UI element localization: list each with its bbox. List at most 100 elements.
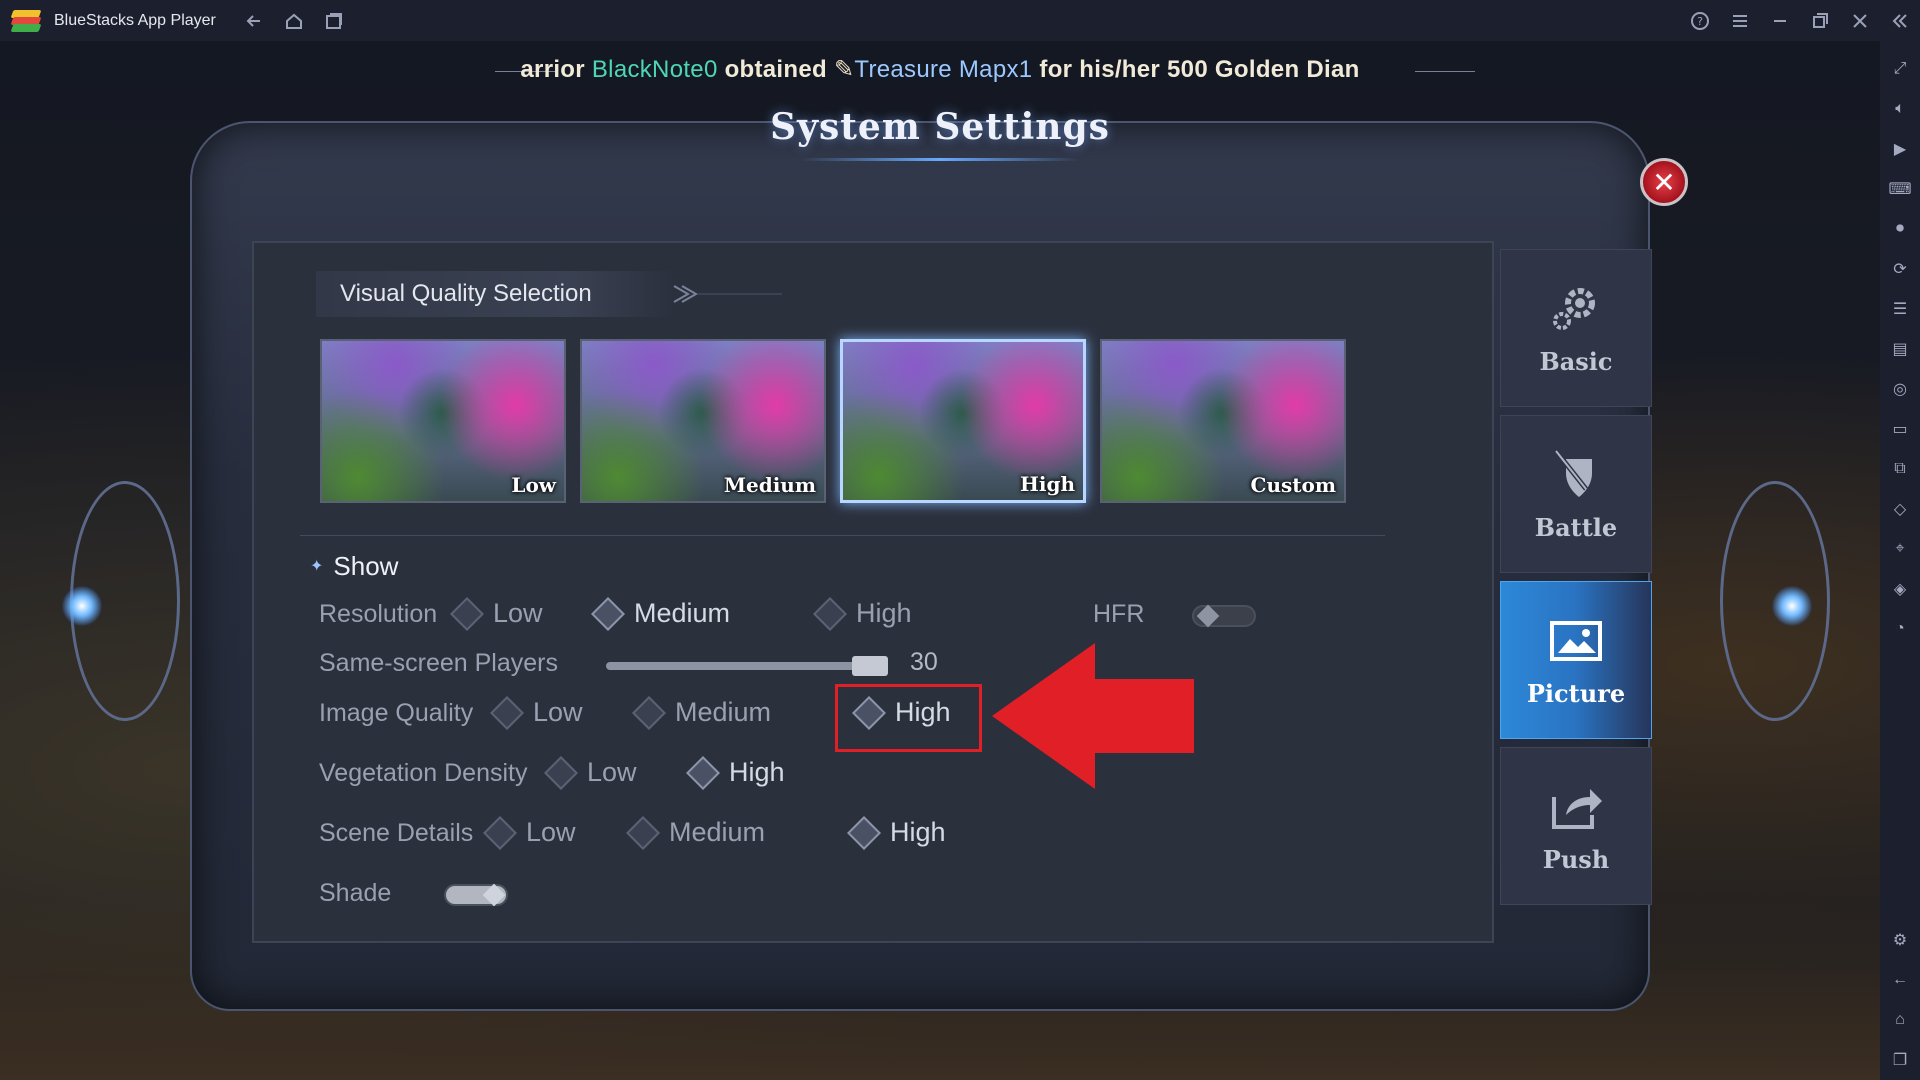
home-icon[interactable]: ⌂ bbox=[1888, 1008, 1912, 1032]
tab-label: Basic bbox=[1539, 346, 1613, 376]
eraser-icon[interactable]: ◇ bbox=[1888, 497, 1912, 521]
scene-details-low-option[interactable]: Low bbox=[483, 815, 576, 850]
recent-apps-icon[interactable]: ❐ bbox=[1888, 1048, 1912, 1072]
tab-push[interactable]: Push bbox=[1500, 747, 1652, 905]
close-icon[interactable] bbox=[1840, 0, 1880, 41]
scene-details-medium-option[interactable]: Medium bbox=[626, 815, 766, 850]
preset-label: High bbox=[1019, 472, 1075, 496]
tab-basic[interactable]: Basic bbox=[1500, 249, 1652, 407]
tab-battle[interactable]: Battle bbox=[1500, 415, 1652, 573]
back-icon[interactable]: ← bbox=[1888, 968, 1912, 992]
hfr-label: HFR bbox=[1093, 600, 1145, 628]
vegetation-density-label: Vegetation Density bbox=[319, 759, 528, 787]
ticker-prefix: arrior bbox=[520, 56, 592, 83]
same-screen-players-label: Same-screen Players bbox=[319, 649, 558, 677]
preset-label: Low bbox=[511, 473, 556, 497]
resolution-label: Resolution bbox=[319, 600, 438, 628]
broadcast-ticker: arrior BlackNote0 obtained ✎Treasure Map… bbox=[0, 55, 1880, 84]
toggle-knob bbox=[482, 883, 506, 907]
location-icon[interactable]: ⌖ bbox=[1888, 537, 1912, 561]
radio-diamond-icon bbox=[632, 695, 666, 730]
restore-icon[interactable] bbox=[1800, 0, 1840, 41]
option-label: Medium bbox=[669, 817, 766, 847]
radio-diamond-icon bbox=[813, 596, 847, 631]
sparkle-icon: ✦ bbox=[310, 558, 324, 575]
image-quality-label: Image Quality bbox=[319, 699, 474, 727]
scroll-icon: ✎ bbox=[833, 56, 855, 83]
sword-shield-icon bbox=[1548, 447, 1604, 503]
radio-diamond-icon bbox=[591, 596, 625, 631]
ticker-player-name: BlackNote0 bbox=[591, 56, 718, 83]
preset-medium[interactable]: Medium bbox=[580, 339, 826, 503]
app-title: BlueStacks App Player bbox=[54, 11, 216, 29]
scene-details-label: Scene Details bbox=[319, 819, 474, 847]
minimize-icon[interactable] bbox=[1760, 0, 1800, 41]
vegetation-high-option[interactable]: High bbox=[686, 755, 785, 790]
multi-instance-icon[interactable] bbox=[314, 0, 354, 41]
shade-label: Shade bbox=[319, 879, 392, 907]
record-icon[interactable]: ⏺ bbox=[1888, 217, 1912, 241]
help-icon[interactable]: ? bbox=[1680, 0, 1720, 41]
preset-custom[interactable]: Custom bbox=[1100, 339, 1346, 503]
ticker-suffix: for his/her 500 Golden Dian bbox=[1032, 56, 1360, 83]
close-settings-button[interactable]: ✕ bbox=[1640, 158, 1688, 206]
home-icon[interactable] bbox=[274, 0, 314, 41]
image-quality-low-option[interactable]: Low bbox=[490, 695, 583, 730]
slider-handle[interactable] bbox=[852, 656, 888, 676]
shade-toggle[interactable] bbox=[444, 883, 508, 907]
image-quality-medium-option[interactable]: Medium bbox=[632, 695, 771, 730]
resolution-medium-option[interactable]: Medium bbox=[591, 596, 731, 631]
same-screen-players-value: 30 bbox=[910, 648, 938, 676]
scene-details-high-option[interactable]: High bbox=[847, 815, 946, 850]
gamepad-icon[interactable]: ☰ bbox=[1888, 297, 1912, 321]
annotation-arrow-icon bbox=[992, 643, 1194, 789]
radio-diamond-icon bbox=[626, 815, 660, 850]
picture-icon bbox=[1548, 613, 1604, 669]
svg-text:?: ? bbox=[1697, 15, 1703, 28]
preset-high[interactable]: High bbox=[840, 339, 1086, 503]
header-arrow-icon bbox=[672, 283, 782, 305]
option-label: High bbox=[729, 757, 785, 787]
option-label: Medium bbox=[634, 598, 731, 628]
collapse-sidebar-icon[interactable] bbox=[1880, 0, 1920, 41]
resolution-high-option[interactable]: High bbox=[813, 596, 912, 631]
preset-low[interactable]: Low bbox=[320, 339, 566, 503]
gear-icon bbox=[1548, 281, 1604, 337]
bluestacks-sidebar: ⤢ 🔈︎ ▶ ⌨ ⏺ ⟳ ☰ ▤ ◎ ▭ ⧉ ◇ ⌖ ◈ ◔ ⚙ ← ⌂ ❐ bbox=[1880, 41, 1920, 1080]
menu-icon[interactable] bbox=[1720, 0, 1760, 41]
screenshot-icon[interactable]: ◎ bbox=[1888, 377, 1912, 401]
tab-label: Picture bbox=[1526, 678, 1626, 708]
show-section-title: ✦ Show bbox=[310, 551, 398, 582]
multi-window-icon[interactable]: ⧉ bbox=[1888, 457, 1912, 481]
panel-title: System Settings bbox=[770, 106, 1110, 148]
title-underline bbox=[800, 158, 1080, 161]
fullscreen-icon[interactable]: ⤢ bbox=[1888, 57, 1912, 81]
resolution-low-option[interactable]: Low bbox=[450, 596, 543, 631]
media-icon[interactable]: ▶ bbox=[1888, 137, 1912, 161]
hfr-toggle[interactable] bbox=[1192, 604, 1256, 628]
radio-diamond-icon bbox=[544, 755, 578, 790]
panel-orb-right bbox=[1772, 586, 1812, 626]
back-icon[interactable] bbox=[234, 0, 274, 41]
toggle-knob bbox=[1196, 604, 1220, 628]
tab-picture[interactable]: Picture bbox=[1500, 581, 1652, 739]
keyboard-icon[interactable]: ⌨ bbox=[1888, 177, 1912, 201]
rotate-icon[interactable]: ⟳ bbox=[1888, 257, 1912, 281]
radio-diamond-icon bbox=[490, 695, 524, 730]
folder-icon[interactable]: ▭ bbox=[1888, 417, 1912, 441]
layers-icon[interactable]: ◈ bbox=[1888, 577, 1912, 601]
panel-orb-left bbox=[62, 586, 102, 626]
settings-icon[interactable]: ⚙ bbox=[1888, 928, 1912, 952]
ticker-mid: obtained bbox=[717, 56, 834, 83]
option-label: Low bbox=[526, 817, 576, 847]
volume-icon[interactable]: 🔈︎ bbox=[1888, 97, 1912, 121]
bluestacks-logo-icon bbox=[10, 8, 42, 34]
vegetation-low-option[interactable]: Low bbox=[544, 755, 637, 790]
ticker-item-name: Treasure Mapx1 bbox=[854, 56, 1033, 83]
same-screen-players-slider[interactable] bbox=[606, 662, 886, 670]
radio-diamond-icon bbox=[847, 815, 881, 850]
tab-label: Push bbox=[1542, 844, 1610, 874]
eco-mode-icon[interactable]: ◔ bbox=[1888, 617, 1912, 641]
apk-icon[interactable]: ▤ bbox=[1888, 337, 1912, 361]
radio-diamond-icon bbox=[686, 755, 720, 790]
